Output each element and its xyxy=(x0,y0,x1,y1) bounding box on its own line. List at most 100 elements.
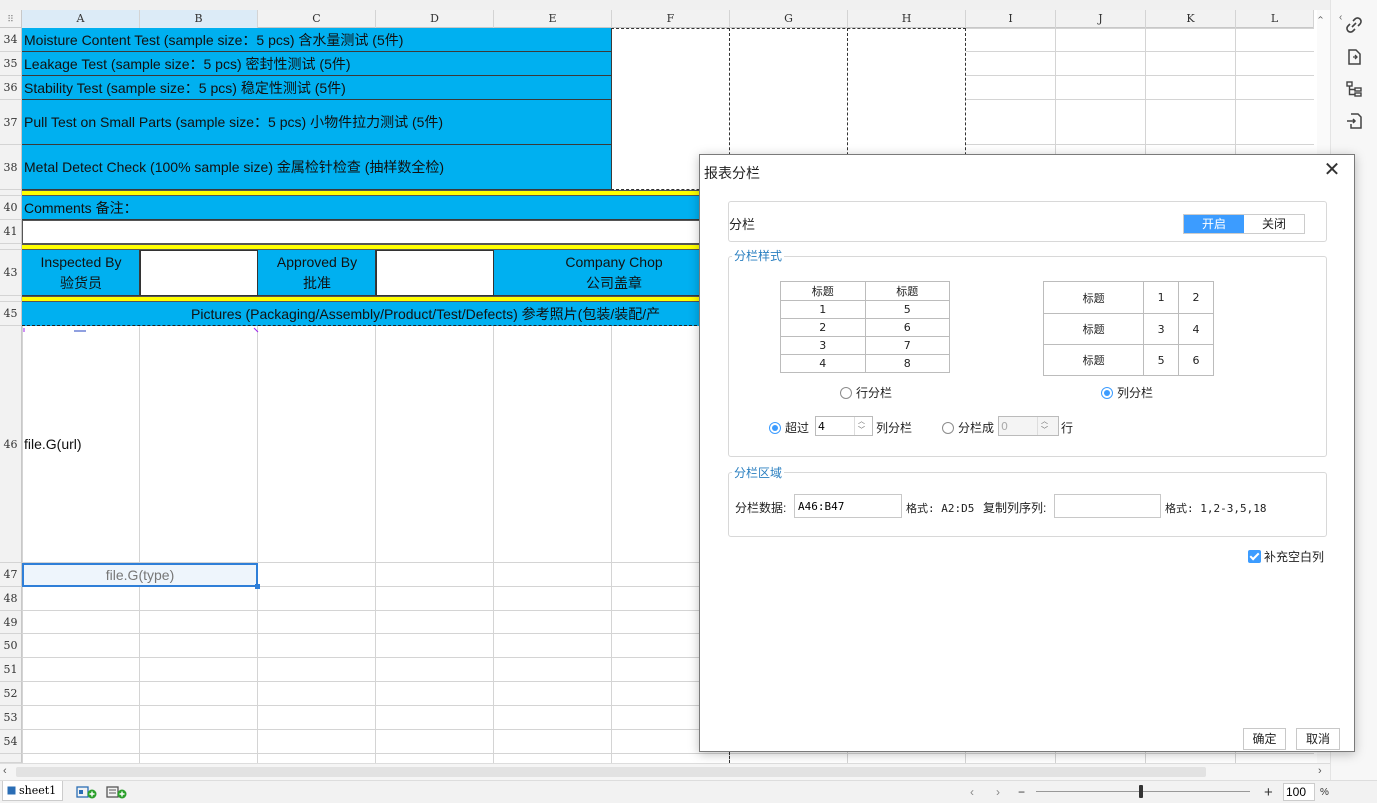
column-split-preview: 标题 1 2 标题 3 4 标题 5 6 xyxy=(1042,281,1214,376)
fill-blank-columns-checkbox[interactable]: 补充空白列 xyxy=(1248,548,1324,565)
toggle-on-button[interactable]: 开启 xyxy=(1184,215,1244,233)
link-icon[interactable] xyxy=(1343,14,1365,36)
row-header-49[interactable]: 49 xyxy=(0,611,22,634)
horizontal-scroll-thumb[interactable] xyxy=(16,767,1206,777)
cell-d43[interactable] xyxy=(376,250,494,296)
preview-header: 标题 xyxy=(780,281,866,301)
preview-cell: 标题 xyxy=(1042,313,1145,345)
add-report-icon[interactable] xyxy=(106,784,128,800)
report-column-dialog: 报表分栏 ✕ 分栏 开启 关闭 分栏样式 标题 标题 15 26 37 48 标题… xyxy=(699,154,1355,752)
ok-button[interactable]: 确定 xyxy=(1243,728,1286,750)
row-header-36[interactable]: 36 xyxy=(0,76,22,100)
copy-column-input[interactable] xyxy=(1054,494,1161,518)
preview-cell: 6 xyxy=(1178,344,1214,376)
stepper-down-icon[interactable]: ﹀ xyxy=(855,426,868,435)
page-prev-icon[interactable]: ‹ xyxy=(970,781,974,803)
col-header-d[interactable]: D xyxy=(376,10,494,28)
row-header-41[interactable]: 41 xyxy=(0,220,22,244)
scroll-left-icon[interactable]: ‹ xyxy=(3,765,7,777)
zoom-slider-thumb[interactable] xyxy=(1139,785,1143,798)
radio-icon xyxy=(942,421,954,434)
preview-cell: 2 xyxy=(1178,281,1214,314)
scroll-up-icon[interactable]: ‹ xyxy=(1315,16,1326,19)
close-icon[interactable]: ✕ xyxy=(1322,160,1342,181)
spreadsheet-app: ⠿ A B C D E F G H I J K L 34 35 36 37 38… xyxy=(0,0,1377,803)
col-header-j[interactable]: J xyxy=(1056,10,1146,28)
preview-cell: 1 xyxy=(780,300,866,319)
row-header-34[interactable]: 34 xyxy=(0,28,22,52)
col-header-c[interactable]: C xyxy=(258,10,376,28)
preview-cell: 4 xyxy=(1178,313,1214,345)
row-header-47[interactable]: 47 xyxy=(0,563,22,587)
selected-cell-a47[interactable]: file.G(type) xyxy=(22,563,258,587)
fill-handle[interactable] xyxy=(255,584,260,589)
row-header-37[interactable]: 37 xyxy=(0,100,22,145)
add-sheet-icon[interactable] xyxy=(76,784,98,800)
row-header-38[interactable]: 38 xyxy=(0,145,22,190)
column-split-radio[interactable]: 列分栏 xyxy=(1101,384,1153,401)
data-range-input[interactable] xyxy=(794,494,902,518)
radio-icon xyxy=(840,386,852,399)
column-header: ⠿ A B C D E F G H I J K L xyxy=(0,10,1314,28)
row-header-51[interactable]: 51 xyxy=(0,658,22,682)
zoom-input[interactable]: 100 xyxy=(1283,783,1315,801)
column-style-legend: 分栏样式 xyxy=(732,247,785,264)
dialog-title: 报表分栏 xyxy=(704,165,760,181)
row-split-radio[interactable]: 行分栏 xyxy=(840,384,892,401)
row-header-43[interactable]: 43 xyxy=(0,250,22,296)
sheet-tab[interactable]: sheet1 xyxy=(2,781,64,801)
radio-selected-icon xyxy=(1101,386,1113,399)
col-header-b[interactable]: B xyxy=(140,10,258,28)
col-header-e[interactable]: E xyxy=(494,10,612,28)
col-header-a[interactable]: A xyxy=(22,10,140,28)
import-icon[interactable] xyxy=(1343,110,1365,132)
select-all-corner[interactable]: ⠿ xyxy=(0,10,22,28)
column-area-legend: 分栏区域 xyxy=(732,464,785,481)
col-header-g[interactable]: G xyxy=(730,10,848,28)
exceed-label: 超过 xyxy=(785,421,810,435)
col-header-l[interactable]: L xyxy=(1236,10,1314,28)
zoom-out-button[interactable]: − xyxy=(1018,781,1025,803)
preview-cell: 3 xyxy=(1143,313,1180,345)
row-header-50[interactable]: 50 xyxy=(0,634,22,658)
exceed-radio[interactable]: 超过 xyxy=(769,419,809,436)
split-rows-suffix: 行 xyxy=(1061,421,1074,435)
cell-text-a35: Leakage Test (sample size：5 pcs) 密封性测试 (… xyxy=(24,56,351,72)
enable-section: 分栏 开启 关闭 xyxy=(728,201,1327,242)
row-header-52[interactable]: 52 xyxy=(0,682,22,706)
row-header-55[interactable] xyxy=(0,754,22,763)
stepper-down-icon[interactable]: ﹀ xyxy=(1038,426,1051,435)
row-header-46[interactable]: 46 xyxy=(0,326,22,563)
row-header-54[interactable]: 54 xyxy=(0,730,22,754)
col-header-k[interactable]: K xyxy=(1146,10,1236,28)
col-header-h[interactable]: H xyxy=(848,10,966,28)
zoom-in-button[interactable]: + xyxy=(1264,781,1273,803)
cancel-button[interactable]: 取消 xyxy=(1296,728,1340,750)
cell-b43[interactable] xyxy=(140,250,258,296)
preview-header: 标题 xyxy=(864,281,950,301)
row-header-48[interactable]: 48 xyxy=(0,587,22,611)
split-rows-input[interactable] xyxy=(999,418,1037,434)
zoom-slider-track[interactable] xyxy=(1036,791,1250,792)
stepper-up-icon[interactable]: ︿ xyxy=(1038,417,1051,426)
stepper-up-icon[interactable]: ︿ xyxy=(855,417,868,426)
col-header-i[interactable]: I xyxy=(966,10,1056,28)
row-header-53[interactable]: 53 xyxy=(0,706,22,730)
col-header-f[interactable]: F xyxy=(612,10,730,28)
page-next-icon[interactable]: › xyxy=(996,781,1000,803)
cell-a41[interactable] xyxy=(22,220,702,244)
checkbox-checked-icon xyxy=(1248,550,1261,563)
row-split-preview: 标题 标题 15 26 37 48 xyxy=(780,281,950,373)
tree-structure-icon[interactable] xyxy=(1343,78,1365,100)
scroll-right-icon[interactable]: › xyxy=(1318,765,1322,777)
row-header-35[interactable]: 35 xyxy=(0,52,22,76)
row-header-40[interactable]: 40 xyxy=(0,196,22,220)
exceed-column-input[interactable] xyxy=(816,418,854,434)
cell-text-a37: Pull Test on Small Parts (sample size：5 … xyxy=(24,114,444,130)
toggle-off-button[interactable]: 关闭 xyxy=(1244,215,1304,233)
split-rows-radio[interactable]: 分栏成 xyxy=(942,419,994,436)
scroll-up-arrow[interactable]: ‹ xyxy=(1339,12,1342,23)
horizontal-scrollbar[interactable]: ‹ › xyxy=(0,763,1330,780)
document-export-icon[interactable] xyxy=(1343,46,1365,68)
row-header-45[interactable]: 45 xyxy=(0,302,22,326)
